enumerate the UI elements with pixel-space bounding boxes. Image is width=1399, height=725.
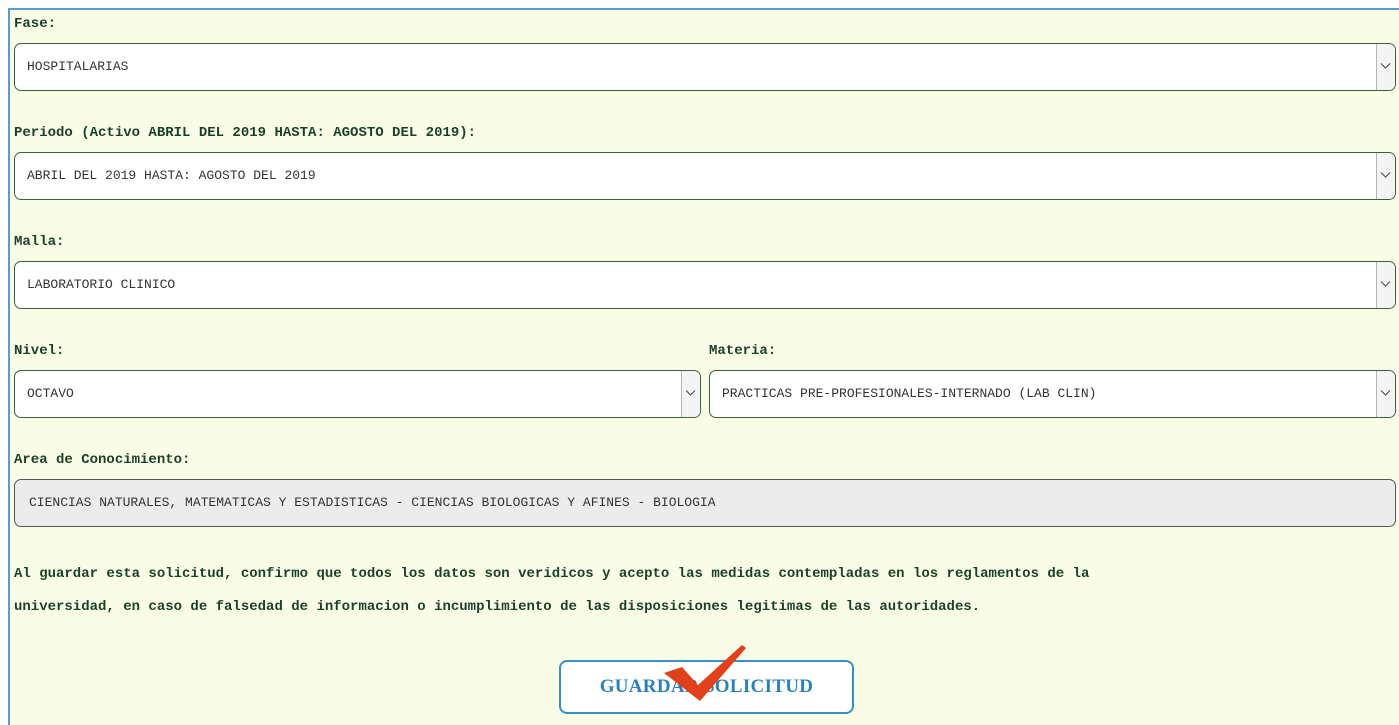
fase-select[interactable]: HOSPITALARIAS	[14, 43, 1396, 91]
chevron-down-icon[interactable]	[1376, 371, 1395, 417]
nivel-select-value: OCTAVO	[27, 386, 74, 401]
chevron-down-icon[interactable]	[681, 371, 700, 417]
disclaimer-text: Al guardar esta solicitud, confirmo que …	[14, 558, 1399, 624]
fase-select-value: HOSPITALARIAS	[27, 59, 129, 74]
periodo-label: Periodo (Activo ABRIL DEL 2019 HASTA: AG…	[14, 125, 477, 141]
nivel-label: Nivel:	[14, 343, 65, 359]
malla-select-value: LABORATORIO CLINICO	[27, 277, 176, 292]
fase-label: Fase:	[14, 16, 57, 32]
chevron-down-icon[interactable]	[1376, 44, 1395, 90]
checkmark-icon	[664, 645, 746, 701]
area-field: CIENCIAS NATURALES, MATEMATICAS Y ESTADI…	[14, 479, 1396, 527]
materia-select-value: PRACTICAS PRE-PROFESIONALES-INTERNADO (L…	[722, 386, 1097, 401]
malla-select[interactable]: LABORATORIO CLINICO	[14, 261, 1396, 309]
periodo-select[interactable]: ABRIL DEL 2019 HASTA: AGOSTO DEL 2019	[14, 152, 1396, 200]
area-field-value: CIENCIAS NATURALES, MATEMATICAS Y ESTADI…	[29, 495, 716, 510]
area-label: Area de Conocimiento:	[14, 452, 191, 468]
chevron-down-icon[interactable]	[1376, 262, 1395, 308]
chevron-down-icon[interactable]	[1376, 153, 1395, 199]
periodo-select-value: ABRIL DEL 2019 HASTA: AGOSTO DEL 2019	[27, 168, 316, 183]
malla-label: Malla:	[14, 234, 65, 250]
nivel-select[interactable]: OCTAVO	[14, 370, 701, 418]
materia-select[interactable]: PRACTICAS PRE-PROFESIONALES-INTERNADO (L…	[709, 370, 1396, 418]
materia-label: Materia:	[709, 343, 777, 359]
disclaimer-line-1: Al guardar esta solicitud, confirmo que …	[14, 566, 1090, 582]
disclaimer-line-2: universidad, en caso de falsedad de info…	[14, 599, 981, 615]
